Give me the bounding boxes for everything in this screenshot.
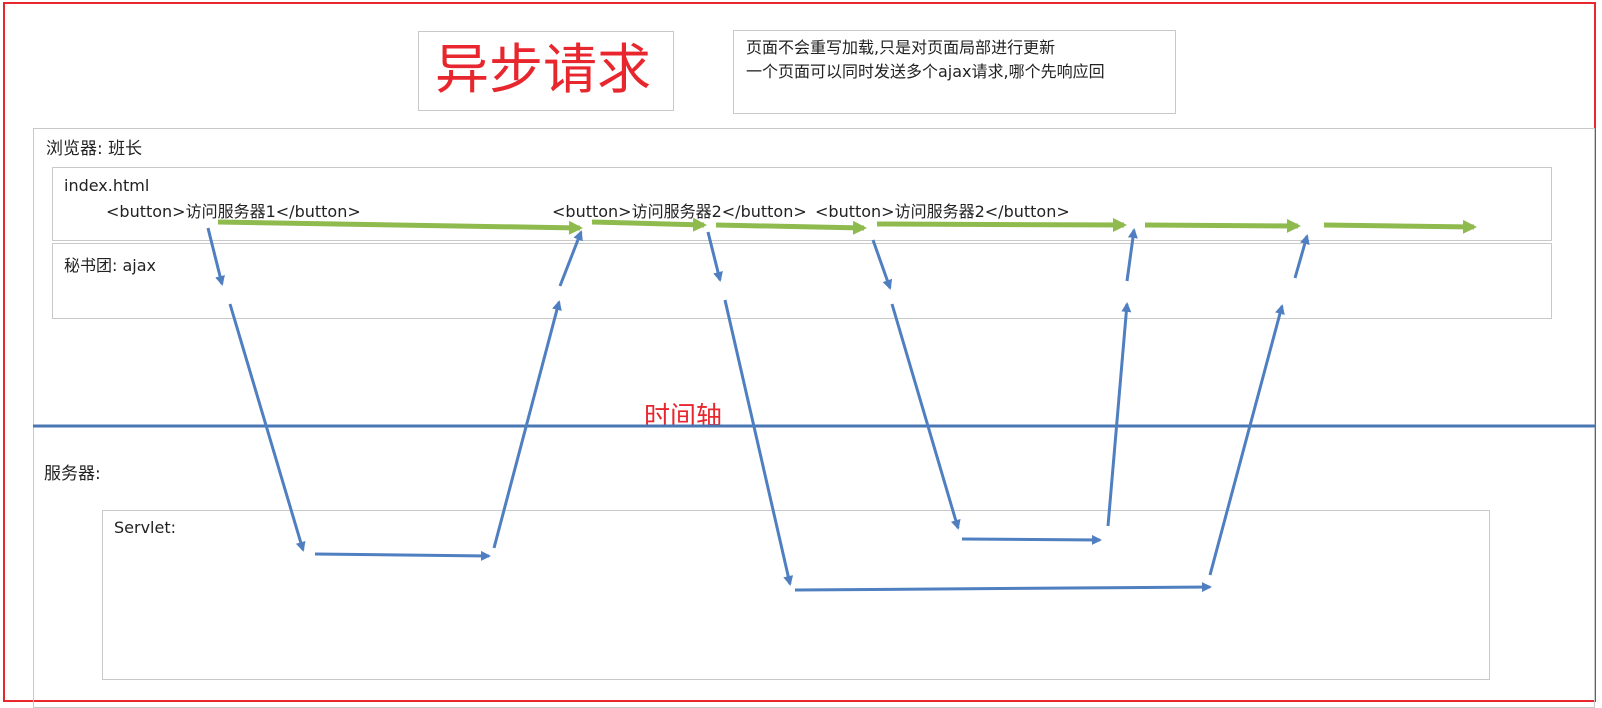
flow-arrows (33, 217, 1596, 593)
request-response-arrows (206, 227, 1310, 593)
req3-down-arrow (890, 303, 961, 530)
req3-process-arrow (961, 534, 1102, 545)
browser-flow-arrows (217, 217, 1477, 235)
req2-click-arrow (706, 231, 723, 282)
req3-up-arrow (1106, 302, 1132, 527)
green-arrow-1 (217, 219, 583, 235)
green-arrow-3 (715, 220, 867, 235)
green-arrow-6 (1323, 219, 1477, 234)
req3-click-arrow (871, 239, 893, 290)
green-arrow-4 (876, 217, 1127, 232)
req2-down-arrow (723, 299, 794, 586)
req3-return-arrow (1125, 228, 1138, 282)
req1-click-arrow (206, 227, 225, 286)
green-arrow-5 (1144, 218, 1301, 233)
req1-process-arrow (314, 550, 491, 561)
green-arrow-2 (591, 217, 707, 232)
req2-process-arrow (794, 582, 1212, 593)
req2-return-arrow (1293, 234, 1310, 279)
req2-up-arrow (1208, 304, 1285, 576)
req1-return-arrow (558, 230, 583, 287)
